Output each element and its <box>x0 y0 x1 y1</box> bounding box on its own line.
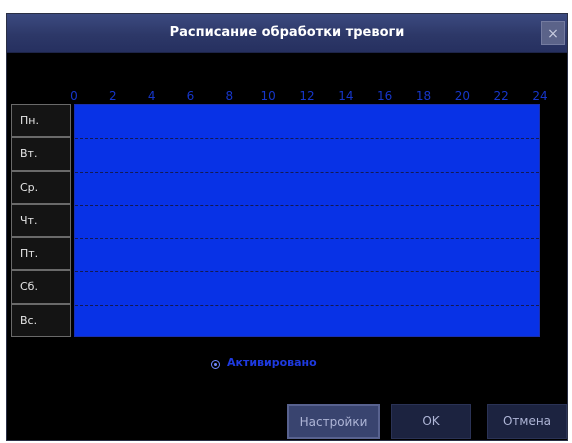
hour-label: 22 <box>493 89 509 103</box>
day-label: Пн. <box>11 104 71 138</box>
hour-label: 24 <box>532 89 548 103</box>
hour-label: 18 <box>415 89 432 103</box>
hour-label: 6 <box>186 89 195 103</box>
hour-label: 10 <box>260 89 276 103</box>
alarm-schedule-dialog: Расписание обработки тревоги × 0 2 4 6 8 10 12… <box>6 13 568 441</box>
day-label: Вт. <box>11 137 71 171</box>
day-label: Вс. <box>11 303 71 337</box>
hour-label: 8 <box>225 89 234 103</box>
hour-label: 2 <box>109 89 117 103</box>
hour-label: 0 <box>70 89 78 103</box>
hour-label: 12 <box>299 89 315 103</box>
day-label: Чт. <box>11 203 71 238</box>
day-label: Ср. <box>11 170 71 204</box>
day-label: Пт. <box>11 237 71 271</box>
activated-label[interactable]: Активировано <box>227 356 317 369</box>
hour-axis: 0 2 4 6 8 10 12 14 16 18 20 22 24 <box>7 89 567 105</box>
day-labels: Пн. Вт. Ср. Чт. Пт. Сб. Вс. <box>11 104 71 337</box>
hour-label: 20 <box>454 89 470 103</box>
cancel-button[interactable]: Отмена <box>487 404 567 439</box>
grid-row-separator <box>75 304 539 306</box>
hour-label: 4 <box>147 89 156 103</box>
grid-row-separator <box>75 171 539 173</box>
settings-button[interactable]: Настройки <box>287 404 380 439</box>
hour-label: 16 <box>377 89 393 103</box>
ok-button[interactable]: OK <box>391 404 471 439</box>
dialog-title: Расписание обработки тревоги <box>169 25 405 40</box>
grid-row-separator <box>75 271 539 273</box>
grid-row-separator <box>75 238 539 240</box>
hour-label: 14 <box>338 89 354 103</box>
title-bar: Расписание обработки тревоги × <box>7 14 567 53</box>
schedule-grid[interactable] <box>74 104 540 337</box>
grid-row-separator <box>75 204 539 206</box>
close-button[interactable]: × <box>541 21 565 45</box>
grid-row-separator <box>75 138 539 140</box>
activated-radio[interactable] <box>211 360 220 369</box>
day-label: Сб. <box>11 270 71 304</box>
